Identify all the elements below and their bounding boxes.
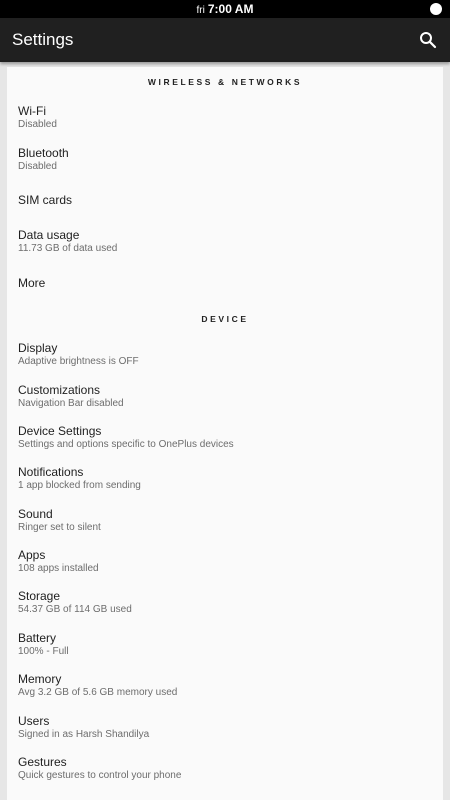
status-bar: fri 7:00 AM — [0, 0, 450, 18]
section-header-device: DEVICE — [201, 313, 249, 324]
status-day: fri — [196, 5, 205, 16]
setting-customizations[interactable]: Customizations Navigation Bar disabled — [7, 375, 443, 416]
setting-memory[interactable]: Memory Avg 3.2 GB of 5.6 GB memory used — [7, 665, 443, 706]
setting-title: Device Settings — [18, 423, 102, 438]
setting-apps[interactable]: Apps 108 apps installed — [7, 541, 443, 582]
setting-device-settings[interactable]: Device Settings Settings and options spe… — [7, 417, 443, 458]
setting-wifi[interactable]: Wi-Fi Disabled — [7, 97, 443, 138]
setting-data-usage[interactable]: Data usage 11.73 GB of data used — [7, 221, 443, 262]
setting-users[interactable]: Users Signed in as Harsh Shandilya — [7, 706, 443, 747]
setting-summary: 108 apps installed — [18, 563, 99, 575]
setting-title: Display — [18, 341, 58, 356]
setting-title: Customizations — [18, 382, 101, 397]
setting-notifications[interactable]: Notifications 1 app blocked from sending — [7, 458, 443, 499]
setting-title: Apps — [18, 548, 46, 563]
setting-summary: 100% - Full — [18, 645, 69, 657]
setting-storage[interactable]: Storage 54.37 GB of 114 GB used — [7, 582, 443, 623]
page-title: Settings — [12, 30, 74, 49]
settings-list: WIRELESS & NETWORKS Wi-Fi Disabled Bluet… — [7, 67, 443, 800]
status-time: 7:00 AM — [207, 2, 254, 16]
setting-title: Sound — [18, 506, 53, 521]
setting-summary: Disabled — [18, 119, 57, 131]
setting-summary: 1 app blocked from sending — [18, 480, 141, 492]
setting-summary: Settings and options specific to OnePlus… — [18, 438, 234, 450]
setting-title: Bluetooth — [18, 145, 69, 160]
status-indicator-icon — [430, 3, 442, 15]
search-button[interactable] — [414, 26, 442, 54]
setting-summary: Signed in as Harsh Shandilya — [18, 728, 150, 740]
setting-title: SIM cards — [18, 193, 73, 208]
setting-summary: Disabled — [18, 160, 57, 172]
setting-display[interactable]: Display Adaptive brightness is OFF — [7, 334, 443, 375]
setting-summary: Quick gestures to control your phone — [18, 770, 182, 782]
setting-title: Users — [18, 713, 50, 728]
setting-battery[interactable]: Battery 100% - Full — [7, 624, 443, 665]
setting-summary: Navigation Bar disabled — [18, 397, 124, 409]
setting-bluetooth[interactable]: Bluetooth Disabled — [7, 138, 443, 179]
setting-summary: 54.37 GB of 114 GB used — [18, 604, 132, 616]
setting-title: Notifications — [18, 465, 84, 480]
setting-title: Battery — [18, 630, 57, 645]
setting-sim-cards[interactable]: SIM cards — [7, 180, 443, 221]
setting-title: Storage — [18, 589, 61, 604]
setting-title: Gestures — [18, 755, 67, 770]
setting-sound[interactable]: Sound Ringer set to silent — [7, 500, 443, 541]
setting-title: Memory — [18, 672, 62, 687]
setting-summary: Avg 3.2 GB of 5.6 GB memory used — [18, 687, 178, 699]
app-bar: Settings — [0, 18, 450, 62]
setting-summary: Ringer set to silent — [18, 521, 101, 533]
setting-gestures[interactable]: Gestures Quick gestures to control your … — [7, 748, 443, 789]
setting-summary: 11.73 GB of data used — [18, 243, 118, 255]
setting-title: Wi-Fi — [18, 104, 46, 119]
status-clock: fri 7:00 AM — [0, 1, 450, 19]
section-header-wireless: WIRELESS & NETWORKS — [147, 77, 303, 87]
setting-more[interactable]: More — [7, 263, 443, 304]
setting-summary: Adaptive brightness is OFF — [18, 356, 139, 368]
search-icon — [420, 32, 437, 49]
setting-title: More — [18, 276, 46, 291]
setting-title: Data usage — [18, 228, 80, 243]
